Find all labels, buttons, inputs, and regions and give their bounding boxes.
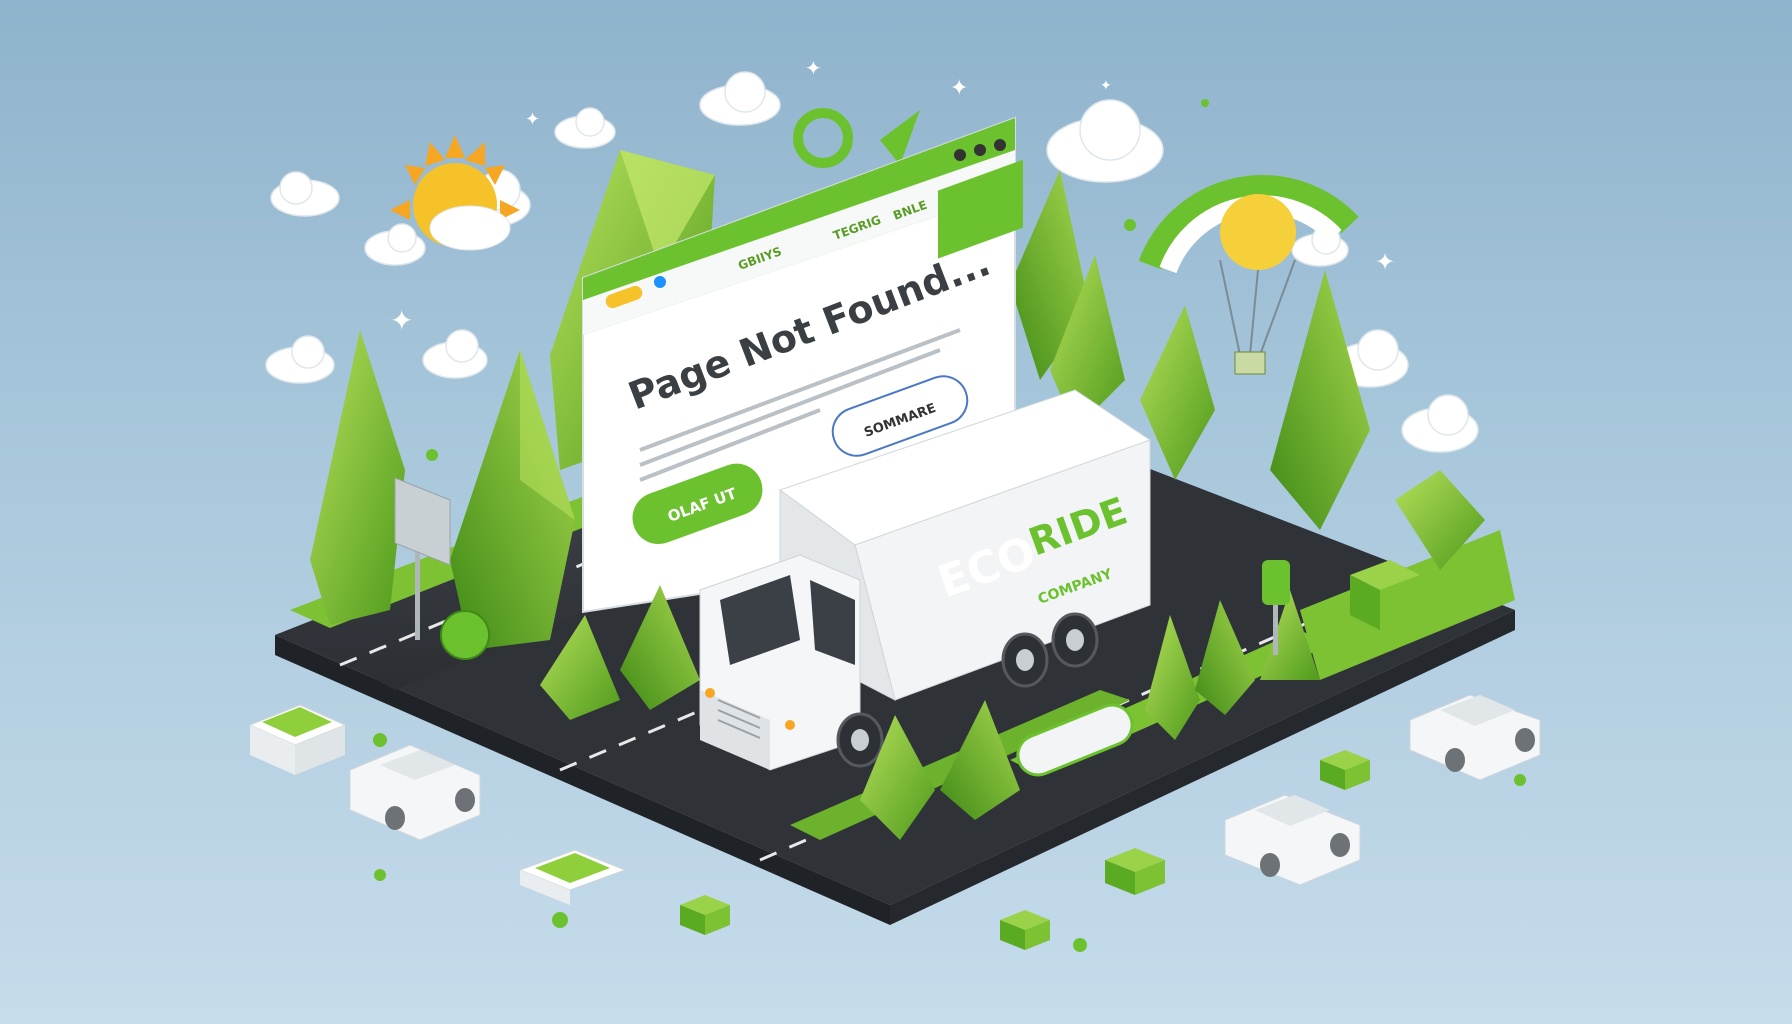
map-tile-icon: [248, 704, 347, 775]
cloud-icon: [554, 107, 616, 149]
svg-text:✦: ✦: [950, 76, 968, 101]
cloud-icon: [270, 171, 340, 217]
car-icon: [349, 744, 481, 841]
svg-text:✦: ✦: [1375, 248, 1395, 276]
svg-text:✦: ✦: [805, 56, 822, 80]
isometric-illustration: GBIIYS TEGRIG BNLE Page Not Found... OLA…: [248, 56, 1541, 952]
dot-icon: [654, 276, 666, 288]
illustration-scene: GBIIYS TEGRIG BNLE Page Not Found... OLA…: [0, 0, 1792, 1024]
car-icon: [1224, 794, 1361, 886]
ring-icon: [793, 108, 853, 168]
map-tile-icon: [518, 849, 627, 905]
cloud-icon: [1401, 394, 1479, 453]
cloud-icon: [265, 335, 335, 384]
svg-text:✦: ✦: [525, 109, 540, 130]
cloud-icon: [1046, 99, 1164, 183]
car-icon: [1409, 694, 1541, 781]
cloud-icon: [364, 223, 426, 266]
shrub: [440, 610, 490, 660]
svg-text:✦: ✦: [1100, 78, 1112, 94]
cloud-icon: [699, 71, 781, 126]
svg-text:✦: ✦: [390, 304, 413, 337]
cloud-icon: [422, 329, 488, 379]
